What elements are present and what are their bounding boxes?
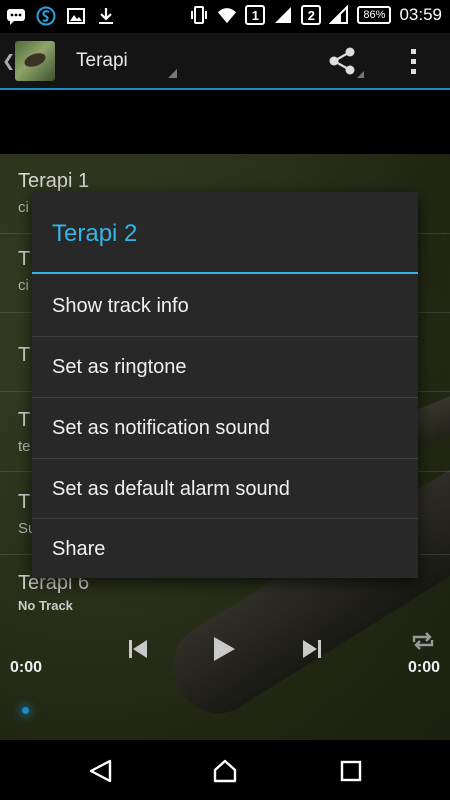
download-icon bbox=[99, 8, 113, 24]
header-spacer bbox=[0, 92, 450, 154]
vibrate-icon bbox=[191, 6, 208, 24]
status-bar: 1 2 86% 03:59 bbox=[0, 0, 450, 33]
track-title: T bbox=[18, 344, 31, 366]
track-title: T bbox=[18, 409, 31, 431]
back-icon[interactable] bbox=[88, 758, 114, 784]
next-icon[interactable] bbox=[302, 638, 322, 660]
notification-icons bbox=[6, 6, 116, 26]
up-caret-icon[interactable]: ❮ bbox=[2, 51, 15, 71]
menu-item-set-as-default-alarm-sound[interactable]: Set as default alarm sound bbox=[32, 459, 418, 519]
share-icon[interactable] bbox=[326, 45, 360, 77]
signal-icon bbox=[329, 5, 349, 24]
action-bar: ❮ Terapi bbox=[0, 33, 450, 90]
repeat-icon[interactable] bbox=[410, 630, 436, 652]
track-title: Terapi 1 bbox=[18, 170, 90, 192]
dialog-title-divider bbox=[32, 272, 418, 274]
battery-indicator: 86% bbox=[357, 6, 392, 24]
play-icon[interactable] bbox=[212, 636, 236, 662]
menu-item-show-track-info[interactable]: Show track info bbox=[32, 276, 418, 336]
wifi-icon bbox=[218, 8, 237, 24]
list-item[interactable]: T ci bbox=[18, 248, 30, 294]
seek-bar-handle[interactable] bbox=[22, 707, 29, 714]
elapsed-time: 0:00 bbox=[10, 659, 43, 676]
navigation-bar bbox=[0, 740, 450, 800]
dialog-title: Terapi 2 bbox=[52, 220, 138, 247]
sim2-badge: 2 bbox=[301, 5, 322, 25]
list-item[interactable]: T bbox=[18, 344, 30, 367]
menu-item-share[interactable]: Share bbox=[32, 519, 418, 579]
recents-icon[interactable] bbox=[338, 758, 364, 784]
share-dropdown-indicator-icon bbox=[357, 71, 364, 78]
home-icon[interactable] bbox=[212, 758, 238, 784]
page-title[interactable]: Terapi bbox=[76, 50, 128, 72]
menu-item-set-as-notification-sound[interactable]: Set as notification sound bbox=[32, 398, 418, 458]
overflow-menu-icon[interactable] bbox=[404, 45, 424, 77]
clock: 03:59 bbox=[399, 5, 442, 24]
gallery-icon bbox=[67, 8, 85, 24]
menu-item-set-as-ringtone[interactable]: Set as ringtone bbox=[32, 337, 418, 397]
track-title: T bbox=[18, 248, 31, 270]
track-subtitle: ci bbox=[18, 277, 29, 294]
sync-icon bbox=[36, 6, 56, 26]
list-item[interactable]: T te bbox=[18, 409, 31, 455]
player-status: No Track bbox=[18, 598, 73, 613]
signal-icon bbox=[275, 7, 292, 23]
chat-icon bbox=[7, 9, 25, 25]
context-menu-dialog: Terapi 2 Show track info Set as ringtone… bbox=[32, 192, 418, 578]
spinner-indicator-icon bbox=[168, 69, 177, 78]
total-time: 0:00 bbox=[407, 659, 440, 676]
app-logo-icon[interactable] bbox=[15, 41, 55, 81]
sim1-badge: 1 bbox=[245, 5, 266, 25]
previous-icon[interactable] bbox=[128, 638, 148, 660]
track-subtitle: te bbox=[18, 438, 31, 455]
system-icons: 1 2 86% 03:59 bbox=[189, 5, 442, 25]
